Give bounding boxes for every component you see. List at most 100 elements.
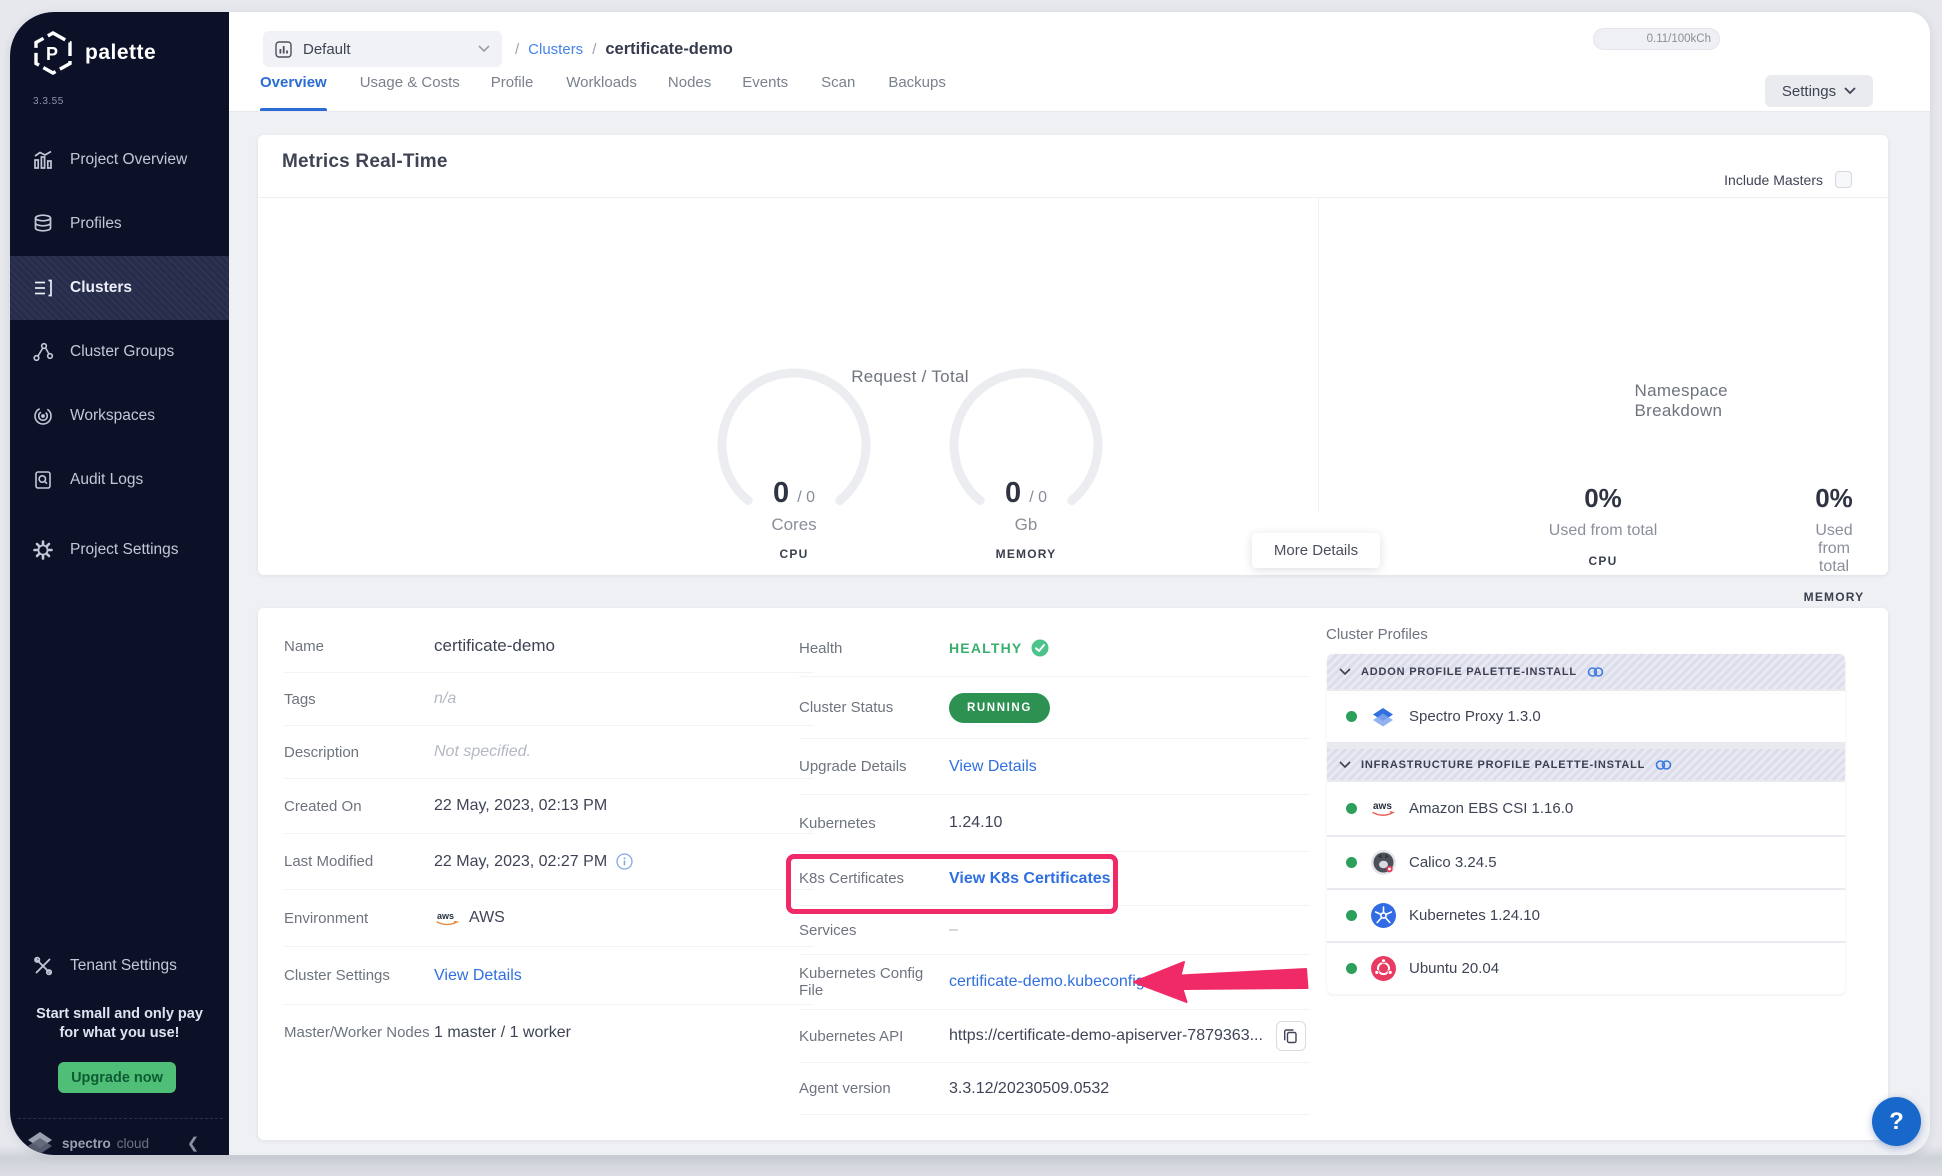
detail-row-environment: Environment aws AWS — [284, 890, 814, 947]
svg-text:P: P — [46, 44, 58, 64]
pack-status-dot — [1346, 803, 1357, 814]
divider — [1318, 197, 1319, 512]
cpu-gauge: 0 / 0 Cores CPU — [771, 477, 816, 561]
sidebar-item-label: Clusters — [70, 279, 132, 297]
tab-backups[interactable]: Backups — [888, 67, 946, 111]
brand-name: palette — [85, 41, 156, 65]
details-right-column: Health HEALTHY Cluster Status RUNNING Up… — [799, 620, 1310, 1115]
tab-profile[interactable]: Profile — [491, 67, 534, 111]
upgrade-view-details-link[interactable]: View Details — [949, 758, 1037, 776]
cluster-profiles-panel: ADDON PROFILE PALETTE-INSTALL Spectro Pr… — [1327, 654, 1845, 994]
settings-button[interactable]: Settings — [1765, 75, 1873, 107]
tab-workloads[interactable]: Workloads — [566, 67, 637, 111]
detail-row-master-worker: Master/Worker Nodes 1 master / 1 worker — [284, 1005, 814, 1060]
detail-row-services: Services – — [799, 906, 1310, 955]
tab-usage-costs[interactable]: Usage & Costs — [360, 67, 460, 111]
usage-meter: 0.11/100kCh — [1593, 28, 1720, 50]
sidebar-item-project-settings[interactable]: Project Settings — [10, 518, 229, 582]
sidebar-item-cluster-groups[interactable]: Cluster Groups — [10, 320, 229, 384]
sidebar-item-project-overview[interactable]: Project Overview — [10, 128, 229, 192]
audit-icon — [32, 469, 54, 491]
tab-scan[interactable]: Scan — [821, 67, 855, 111]
info-icon[interactable] — [616, 853, 633, 870]
namespace-memory-stat: 0% Used from total MEMORY — [1804, 483, 1865, 604]
topbar: Default / Clusters / certificate-demo 0.… — [229, 12, 1930, 112]
upgrade-now-button[interactable]: Upgrade now — [58, 1062, 176, 1093]
detail-row-kubeconfig: Kubernetes Config File certificate-demo.… — [799, 955, 1310, 1010]
include-masters-label: Include Masters — [1724, 172, 1823, 188]
check-circle-icon — [1031, 639, 1049, 657]
breadcrumb-clusters-link[interactable]: Clusters — [528, 41, 583, 58]
sidebar-item-clusters[interactable]: Clusters — [10, 256, 229, 320]
sidebar-item-label: Workspaces — [70, 407, 155, 425]
detail-row-last-modified: Last Modified 22 May, 2023, 02:27 PM — [284, 834, 814, 890]
sidebar-item-label: Cluster Groups — [70, 343, 174, 361]
chevron-down-icon — [478, 45, 490, 53]
tab-overview[interactable]: Overview — [260, 67, 327, 111]
pack-status-dot — [1346, 963, 1357, 974]
profile-pack-ubuntu[interactable]: Ubuntu 20.04 — [1327, 943, 1845, 994]
more-details-button[interactable]: More Details — [1252, 533, 1380, 568]
pack-status-dot — [1346, 910, 1357, 921]
tab-events[interactable]: Events — [742, 67, 788, 111]
sidebar-item-audit-logs[interactable]: Audit Logs — [10, 448, 229, 512]
cluster-details-card: Name certificate-demo Tags n/a Descripti… — [258, 608, 1888, 1140]
status-badge: RUNNING — [949, 693, 1050, 723]
project-selector[interactable]: Default — [263, 31, 502, 67]
project-scope-icon — [275, 41, 292, 58]
project-selector-value: Default — [303, 41, 467, 58]
ubuntu-icon — [1369, 955, 1397, 982]
sidebar: P palette 3.3.55 Project Overview Profil… — [10, 12, 229, 1155]
breadcrumb: / Clusters / certificate-demo — [515, 31, 733, 67]
app-version: 3.3.55 — [33, 96, 64, 107]
details-left-column: Name certificate-demo Tags n/a Descripti… — [284, 620, 814, 1060]
kubeconfig-link[interactable]: certificate-demo.kubeconfig — [949, 973, 1145, 991]
detail-row-cluster-settings: Cluster Settings View Details — [284, 947, 814, 1005]
sidebar-item-profiles[interactable]: Profiles — [10, 192, 229, 256]
breadcrumb-separator: / — [592, 41, 596, 58]
profile-pack-amazon-ebs[interactable]: aws Amazon EBS CSI 1.16.0 — [1327, 782, 1845, 835]
pack-status-dot — [1346, 711, 1357, 722]
sidebar-item-label: Audit Logs — [70, 471, 143, 489]
detail-row-agent-version: Agent version 3.3.12/20230509.0532 — [799, 1063, 1310, 1115]
infrastructure-profile-header[interactable]: INFRASTRUCTURE PROFILE PALETTE-INSTALL — [1327, 749, 1845, 780]
link-icon — [1655, 759, 1672, 771]
sidebar-item-label: Project Overview — [70, 151, 187, 169]
sidebar-item-tenant-settings[interactable]: Tenant Settings — [10, 934, 229, 998]
sidebar-item-workspaces[interactable]: Workspaces — [10, 384, 229, 448]
palette-logo-icon: P — [32, 30, 74, 76]
detail-row-name: Name certificate-demo — [284, 620, 814, 673]
view-k8s-certificates-link[interactable]: View K8s Certificates — [949, 870, 1111, 888]
copy-button[interactable] — [1276, 1021, 1306, 1051]
sidebar-item-label: Tenant Settings — [70, 957, 177, 975]
chart-icon — [32, 149, 54, 171]
cluster-settings-view-details-link[interactable]: View Details — [434, 967, 522, 985]
profile-pack-spectro-proxy[interactable]: Spectro Proxy 1.3.0 — [1327, 691, 1845, 742]
tab-nodes[interactable]: Nodes — [668, 67, 711, 111]
detail-row-kubernetes-api: Kubernetes API https://certificate-demo-… — [799, 1010, 1310, 1063]
pack-status-dot — [1346, 857, 1357, 868]
svg-text:aws: aws — [1373, 801, 1392, 812]
detail-row-health: Health HEALTHY — [799, 620, 1310, 677]
detail-row-kubernetes-version: Kubernetes 1.24.10 — [799, 795, 1310, 852]
spectro-proxy-icon — [1369, 705, 1397, 729]
chevron-down-icon — [1339, 668, 1351, 676]
detail-row-created-on: Created On 22 May, 2023, 02:13 PM — [284, 779, 814, 834]
svg-text:aws: aws — [437, 911, 454, 921]
breadcrumb-separator: / — [515, 41, 519, 58]
addon-profile-header[interactable]: ADDON PROFILE PALETTE-INSTALL — [1327, 654, 1845, 689]
aws-icon: aws — [1369, 799, 1397, 818]
tools-icon — [32, 955, 54, 977]
rings-icon — [32, 405, 54, 427]
network-icon — [32, 341, 54, 363]
metrics-title: Metrics Real-Time — [282, 151, 448, 173]
sidebar-collapse-button[interactable]: ❮ — [180, 1132, 206, 1154]
calico-icon — [1369, 849, 1397, 876]
profile-pack-kubernetes[interactable]: Kubernetes 1.24.10 — [1327, 890, 1845, 941]
help-button[interactable]: ? — [1872, 1097, 1921, 1146]
include-masters-checkbox[interactable] — [1835, 171, 1852, 188]
upgrade-promo-text: Start small and only pay for what you us… — [10, 1005, 229, 1043]
detail-row-description: Description Not specified. — [284, 726, 814, 779]
chevron-down-icon — [1844, 87, 1856, 95]
profile-pack-calico[interactable]: Calico 3.24.5 — [1327, 837, 1845, 888]
